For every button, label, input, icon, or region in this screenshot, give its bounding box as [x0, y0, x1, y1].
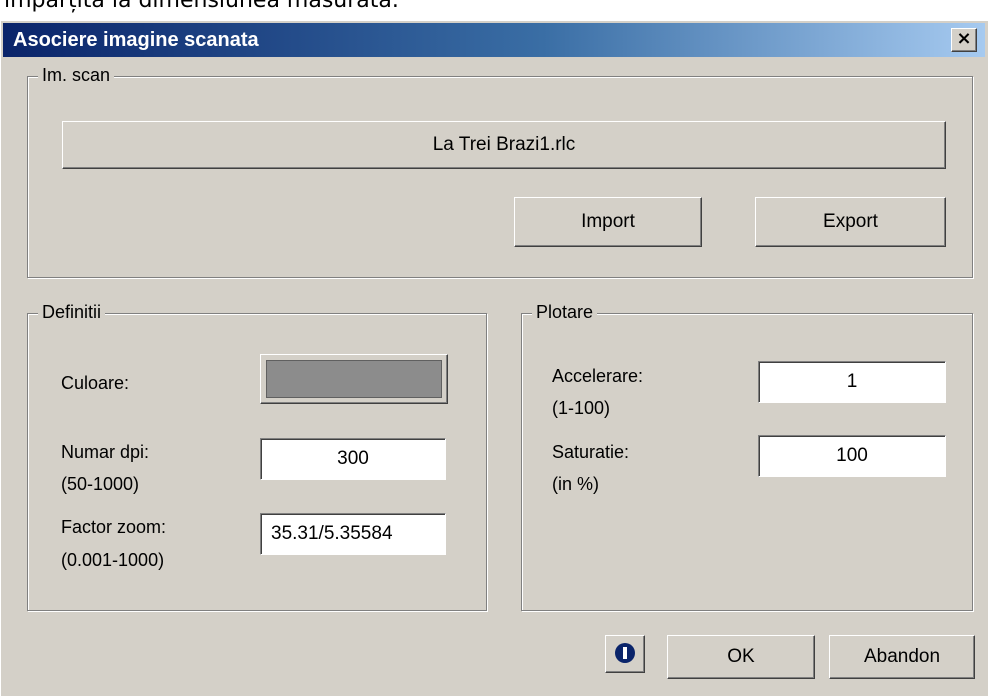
zoom-label: Factor zoom: [61, 517, 167, 537]
plotare-group: Plotare Accelerare: (1-100) 1 Saturatie:… [521, 302, 973, 611]
im-scan-group: Im. scan La Trei Brazi1.rlc Import Expor… [27, 65, 973, 278]
info-button[interactable] [605, 635, 645, 673]
culoare-label: Culoare: [61, 373, 130, 393]
zoom-range-label: (0.001-1000) [61, 550, 165, 570]
export-button[interactable]: Export [755, 197, 946, 247]
ok-button[interactable]: OK [667, 635, 815, 679]
accelerare-input[interactable]: 1 [758, 361, 946, 403]
definitii-group: Definitii Culoare: Numar dpi: (50-1000) … [27, 302, 487, 611]
dpi-label: Numar dpi: [61, 442, 150, 462]
scan-file-button[interactable]: La Trei Brazi1.rlc [62, 121, 946, 169]
window-title: Asociere imagine scanata [13, 29, 259, 51]
color-swatch [266, 360, 442, 398]
background-document-text: imparțită la dimensiunea măsurată. [0, 0, 988, 22]
color-picker-button[interactable] [260, 354, 448, 404]
dpi-input[interactable]: 300 [260, 438, 446, 480]
definitii-group-label: Definitii [38, 302, 106, 323]
import-button[interactable]: Import [514, 197, 702, 247]
saturatie-label: Saturatie: [552, 442, 630, 462]
info-icon [615, 643, 635, 663]
saturatie-input[interactable]: 100 [758, 435, 946, 477]
plotare-group-label: Plotare [532, 302, 598, 323]
abandon-button[interactable]: Abandon [829, 635, 975, 679]
dpi-range-label: (50-1000) [61, 474, 140, 494]
accelerare-label: Accelerare: [552, 366, 644, 386]
accelerare-range-label: (1-100) [552, 398, 611, 418]
background-text: imparțită la dimensiunea măsurată. [4, 0, 399, 13]
title-bar[interactable]: Asociere imagine scanata × [3, 23, 985, 57]
saturatie-range-label: (in %) [552, 474, 600, 494]
close-icon: × [956, 28, 972, 49]
close-button[interactable]: × [951, 28, 977, 52]
zoom-input[interactable]: 35.31/5.35584 [260, 513, 446, 555]
im-scan-group-label: Im. scan [38, 65, 115, 86]
dialog-window: Asociere imagine scanata × Im. scan La T… [0, 20, 988, 696]
